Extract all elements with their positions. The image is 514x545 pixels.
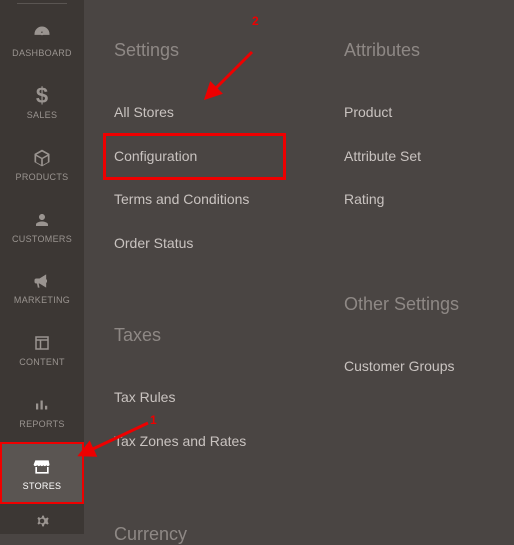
gear-icon	[33, 510, 51, 532]
menu-product[interactable]: Product	[344, 91, 494, 135]
sidebar-item-customers[interactable]: CUSTOMERS	[0, 195, 84, 257]
taxes-header: Taxes	[114, 325, 284, 346]
menu-attribute-set[interactable]: Attribute Set	[344, 135, 494, 179]
annotation-number-2: 2	[252, 14, 259, 28]
sidebar-label: SALES	[27, 110, 58, 120]
sidebar-item-marketing[interactable]: MARKETING	[0, 257, 84, 319]
sidebar-label: STORES	[23, 481, 62, 491]
menu-all-stores[interactable]: All Stores	[114, 91, 284, 135]
sidebar-item-reports[interactable]: REPORTS	[0, 380, 84, 442]
sidebar-label: MARKETING	[14, 295, 70, 305]
sidebar-label: PRODUCTS	[16, 172, 69, 182]
dollar-icon: $	[36, 84, 48, 108]
cube-icon	[32, 146, 52, 170]
sidebar-item-sales[interactable]: $ SALES	[0, 71, 84, 133]
megaphone-icon	[32, 269, 52, 293]
sidebar-label: CONTENT	[19, 357, 65, 367]
sidebar-item-content[interactable]: CONTENT	[0, 318, 84, 380]
menu-tax-zones[interactable]: Tax Zones and Rates	[114, 420, 284, 464]
menu-column-2: Attributes Product Attribute Set Rating …	[344, 40, 494, 534]
sidebar-item-stores[interactable]: STORES	[0, 442, 84, 504]
annotation-number-1: 1	[150, 413, 157, 427]
stores-flyout-menu: Settings All Stores Configuration Terms …	[84, 0, 514, 534]
layout-icon	[33, 331, 51, 355]
bars-icon	[33, 393, 51, 417]
sidebar-item-system[interactable]	[0, 504, 84, 534]
menu-customer-groups[interactable]: Customer Groups	[344, 345, 494, 389]
storefront-icon	[32, 455, 52, 479]
sidebar-divider	[17, 3, 67, 4]
menu-terms[interactable]: Terms and Conditions	[114, 178, 284, 222]
sidebar-label: REPORTS	[19, 419, 64, 429]
menu-configuration[interactable]: Configuration	[105, 135, 284, 179]
currency-header: Currency	[114, 524, 284, 545]
menu-tax-rules[interactable]: Tax Rules	[114, 376, 284, 420]
sidebar-item-dashboard[interactable]: DASHBOARD	[0, 9, 84, 71]
attributes-header: Attributes	[344, 40, 494, 61]
menu-order-status[interactable]: Order Status	[114, 222, 284, 266]
person-icon	[33, 208, 51, 232]
sidebar-label: CUSTOMERS	[12, 234, 72, 244]
admin-sidebar: DASHBOARD $ SALES PRODUCTS CUSTOMERS MAR…	[0, 0, 84, 534]
menu-column-1: Settings All Stores Configuration Terms …	[114, 40, 284, 534]
settings-header: Settings	[114, 40, 284, 61]
menu-rating[interactable]: Rating	[344, 178, 494, 222]
other-settings-header: Other Settings	[344, 294, 494, 315]
sidebar-item-products[interactable]: PRODUCTS	[0, 133, 84, 195]
sidebar-label: DASHBOARD	[12, 48, 72, 58]
dashboard-icon	[32, 22, 52, 46]
